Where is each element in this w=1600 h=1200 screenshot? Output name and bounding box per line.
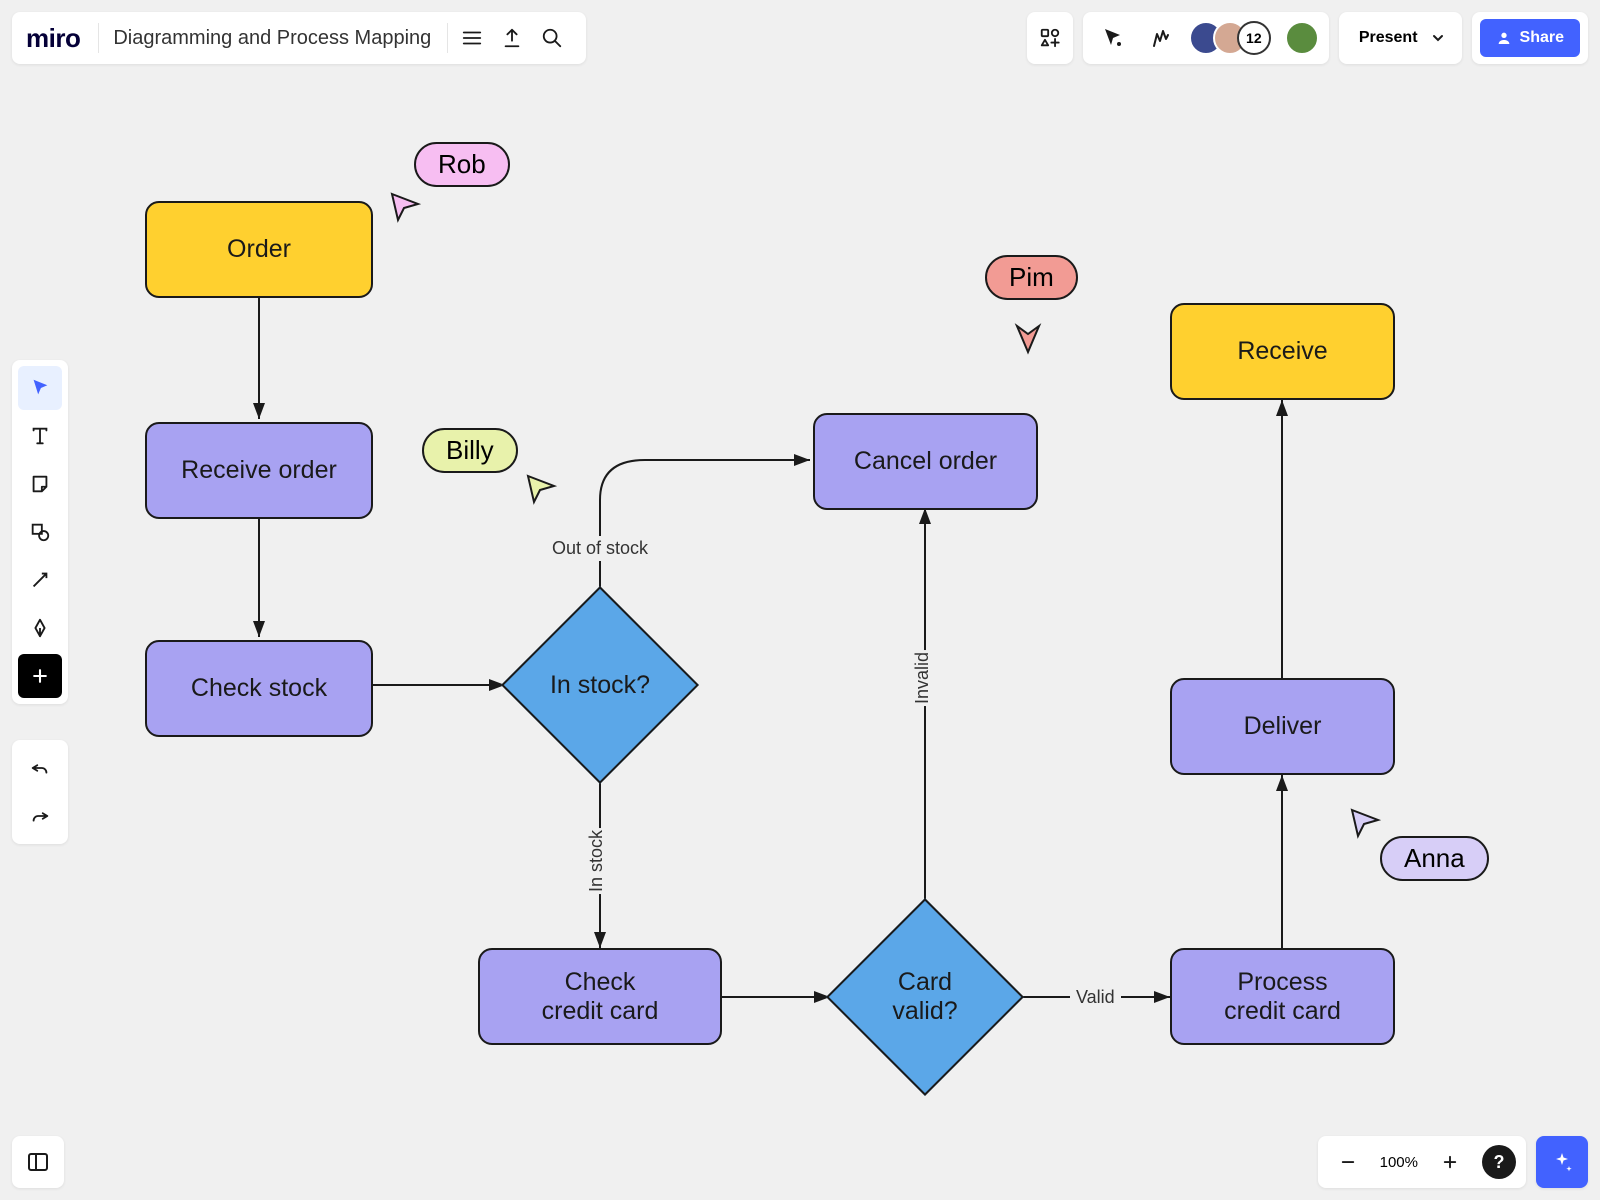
cursor-tag-anna: Anna — [1380, 836, 1489, 881]
cursor-pointer-pim — [1013, 320, 1043, 356]
share-label: Share — [1520, 29, 1564, 47]
top-bar-right: 12 Present Share — [1027, 12, 1588, 64]
node-label: Receive — [1237, 337, 1327, 366]
reactions-icon[interactable] — [1141, 18, 1181, 58]
add-tool[interactable] — [18, 654, 62, 698]
shape-tool[interactable] — [18, 510, 62, 554]
current-user-avatar[interactable] — [1285, 21, 1319, 55]
zoom-level[interactable]: 100% — [1380, 1154, 1418, 1171]
connector-tool[interactable] — [18, 558, 62, 602]
top-bar: miro Diagramming and Process Mapping — [12, 12, 1588, 64]
node-process-credit[interactable]: Process credit card — [1170, 948, 1395, 1045]
sparkle-icon — [1550, 1150, 1574, 1174]
select-tool[interactable] — [18, 366, 62, 410]
left-toolbar — [12, 360, 68, 704]
node-label: Cancel order — [854, 447, 997, 476]
user-count-badge: 12 — [1237, 21, 1271, 55]
redo-button[interactable] — [18, 794, 62, 838]
cursor-pointer-billy — [524, 472, 558, 506]
ai-assist-button[interactable] — [1536, 1136, 1588, 1188]
apps-icon — [1039, 27, 1061, 49]
present-button[interactable]: Present — [1339, 12, 1462, 64]
node-order[interactable]: Order — [145, 201, 373, 298]
canvas[interactable]: Order Receive order Check stock In stock… — [0, 0, 1600, 1200]
text-tool[interactable] — [18, 414, 62, 458]
undo-button[interactable] — [18, 746, 62, 790]
cursor-pointer-anna — [1348, 806, 1382, 840]
share-button[interactable]: Share — [1480, 19, 1580, 57]
node-label: Check credit card — [542, 968, 659, 1026]
chevron-down-icon — [1432, 32, 1444, 44]
node-label: Check stock — [191, 674, 327, 703]
node-label: Deliver — [1244, 712, 1322, 741]
cursor-tag-rob: Rob — [414, 142, 510, 187]
avatar-stack[interactable]: 12 — [1189, 21, 1271, 55]
node-check-credit[interactable]: Check credit card — [478, 948, 722, 1045]
pen-tool[interactable] — [18, 606, 62, 650]
export-icon[interactable] — [492, 18, 532, 58]
node-label: Receive order — [181, 456, 337, 485]
present-label: Present — [1359, 29, 1418, 47]
divider — [98, 23, 99, 53]
cursor-tag-pim: Pim — [985, 255, 1078, 300]
cursor-tag-billy: Billy — [422, 428, 518, 473]
share-group: Share — [1472, 12, 1588, 64]
undo-toolbar — [12, 740, 68, 844]
node-receive-order[interactable]: Receive order — [145, 422, 373, 519]
edge-label-out-of-stock: Out of stock — [546, 536, 654, 561]
node-cancel-order[interactable]: Cancel order — [813, 413, 1038, 510]
node-card-valid-decision[interactable]: Card valid? — [825, 897, 1025, 1097]
help-button[interactable]: ? — [1482, 1145, 1516, 1179]
node-label: Process credit card — [1224, 968, 1341, 1026]
sticky-note-tool[interactable] — [18, 462, 62, 506]
zoom-in-button[interactable] — [1430, 1142, 1470, 1182]
zoom-out-button[interactable] — [1328, 1142, 1368, 1182]
edge-label-invalid: Invalid — [906, 650, 939, 706]
logo[interactable]: miro — [26, 23, 94, 54]
node-label: Order — [227, 235, 291, 264]
search-icon[interactable] — [532, 18, 572, 58]
apps-button[interactable] — [1027, 12, 1073, 64]
node-deliver[interactable]: Deliver — [1170, 678, 1395, 775]
edge-label-valid: Valid — [1070, 985, 1121, 1010]
follow-cursor-icon[interactable] — [1093, 18, 1133, 58]
collaboration-group: 12 — [1083, 12, 1329, 64]
menu-icon[interactable] — [452, 18, 492, 58]
node-label: In stock? — [550, 671, 650, 700]
node-in-stock-decision[interactable]: In stock? — [500, 585, 700, 785]
panel-icon — [26, 1150, 50, 1174]
minimap-button[interactable] — [12, 1136, 64, 1188]
bottom-right-controls: 100% ? — [1318, 1136, 1588, 1188]
node-check-stock[interactable]: Check stock — [145, 640, 373, 737]
edge-label-in-stock: In stock — [580, 828, 613, 894]
cursor-pointer-rob — [388, 190, 422, 224]
node-label: Card valid? — [892, 968, 957, 1026]
node-receive[interactable]: Receive — [1170, 303, 1395, 400]
divider — [447, 23, 448, 53]
zoom-controls: 100% ? — [1318, 1136, 1526, 1188]
user-icon — [1496, 30, 1512, 46]
board-title[interactable]: Diagramming and Process Mapping — [103, 27, 443, 50]
top-bar-left: miro Diagramming and Process Mapping — [12, 12, 586, 64]
